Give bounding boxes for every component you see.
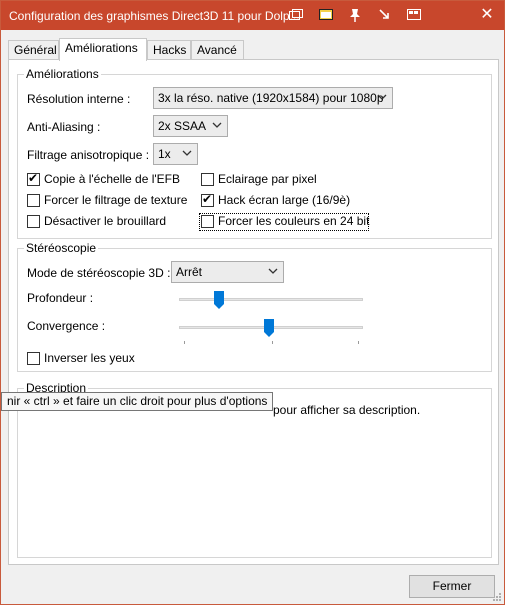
close-button[interactable]: Fermer bbox=[409, 575, 495, 598]
slider-tick bbox=[184, 341, 185, 344]
force-24bit-color-checkbox[interactable]: Forcer les couleurs en 24 bit bbox=[199, 213, 370, 231]
close-icon[interactable]: ✕ bbox=[478, 6, 496, 24]
checkbox-box bbox=[27, 194, 40, 207]
chevron-down-icon bbox=[268, 268, 278, 274]
chevron-down-icon bbox=[377, 94, 387, 100]
anisotropic-value: 1x bbox=[158, 147, 171, 161]
description-text: pour afficher sa description. bbox=[273, 403, 421, 417]
ameliorations-group-title: Améliorations bbox=[24, 67, 101, 81]
stereo-mode-value: Arrêt bbox=[176, 265, 203, 279]
checkmark-icon: ✔ bbox=[28, 171, 39, 185]
checkbox-box bbox=[201, 173, 214, 186]
shrink-icon[interactable] bbox=[377, 7, 393, 23]
convergence-label: Convergence : bbox=[27, 319, 106, 333]
tooltip: nir « ctrl » et faire un clic droit pour… bbox=[1, 392, 274, 411]
checkbox-label: Désactiver le brouillard bbox=[44, 214, 167, 228]
resolution-value: 3x la réso. native (1920x1584) pour 1080… bbox=[158, 91, 384, 105]
anisotropic-select[interactable]: 1x bbox=[153, 143, 198, 165]
dialog-window: Configuration des graphismes Direct3D 11… bbox=[0, 0, 505, 605]
windows-icon[interactable] bbox=[406, 7, 422, 23]
depth-slider-thumb[interactable] bbox=[214, 291, 225, 309]
convergence-slider-thumb[interactable] bbox=[264, 319, 275, 337]
description-group: Description pour afficher sa description… bbox=[17, 381, 492, 558]
checkmark-icon: ✔ bbox=[202, 192, 213, 206]
stereo-mode-label: Mode de stéréoscopie 3D : bbox=[27, 266, 171, 280]
checkbox-label: Eclairage par pixel bbox=[218, 172, 317, 186]
window-title: Configuration des graphismes Direct3D 11… bbox=[9, 9, 300, 23]
depth-label: Profondeur : bbox=[27, 291, 94, 305]
checkbox-label: Forcer le filtrage de texture bbox=[44, 193, 188, 207]
antialiasing-value: 2x SSAA bbox=[158, 119, 207, 133]
tab-panel: Améliorations Résolution interne : 3x la… bbox=[8, 59, 499, 565]
checkbox-box bbox=[201, 215, 214, 228]
checkbox-label: Copie à l'échelle de l'EFB bbox=[44, 172, 180, 186]
resize-grip-icon[interactable] bbox=[492, 592, 502, 602]
stereoscopy-group: Stéréoscopie Mode de stéréoscopie 3D : A… bbox=[17, 241, 492, 372]
slider-tick bbox=[272, 341, 273, 344]
antialiasing-label: Anti-Aliasing : bbox=[27, 120, 101, 134]
stereo-mode-select[interactable]: Arrêt bbox=[171, 261, 284, 283]
tab-ameliorations[interactable]: Améliorations bbox=[59, 38, 147, 61]
checkbox-label: Forcer les couleurs en 24 bit bbox=[218, 214, 370, 228]
restore-window-icon[interactable] bbox=[288, 7, 304, 23]
tab-avance[interactable]: Avancé bbox=[191, 40, 244, 59]
checkbox-label: Hack écran large (16/9è) bbox=[218, 193, 351, 207]
slider-tick bbox=[358, 341, 359, 344]
checkbox-box bbox=[27, 215, 40, 228]
title-bar[interactable]: Configuration des graphismes Direct3D 11… bbox=[1, 1, 504, 30]
chevron-down-icon bbox=[212, 122, 222, 128]
chevron-down-icon bbox=[182, 150, 192, 156]
checkbox-box bbox=[27, 352, 40, 365]
ameliorations-group: Améliorations Résolution interne : 3x la… bbox=[17, 67, 492, 239]
checkbox-label: Inverser les yeux bbox=[44, 351, 135, 365]
tab-hacks[interactable]: Hacks bbox=[147, 40, 191, 59]
resolution-select[interactable]: 3x la réso. native (1920x1584) pour 1080… bbox=[153, 87, 393, 109]
resolution-label: Résolution interne : bbox=[27, 92, 131, 106]
anisotropic-label: Filtrage anisotropique : bbox=[27, 148, 150, 162]
depth-slider-track[interactable] bbox=[179, 298, 363, 301]
antialiasing-select[interactable]: 2x SSAA bbox=[153, 115, 228, 137]
frame-icon[interactable] bbox=[318, 7, 334, 23]
pin-icon[interactable] bbox=[347, 7, 363, 23]
tab-general[interactable]: Général bbox=[8, 40, 59, 59]
stereoscopy-group-title: Stéréoscopie bbox=[24, 241, 99, 255]
